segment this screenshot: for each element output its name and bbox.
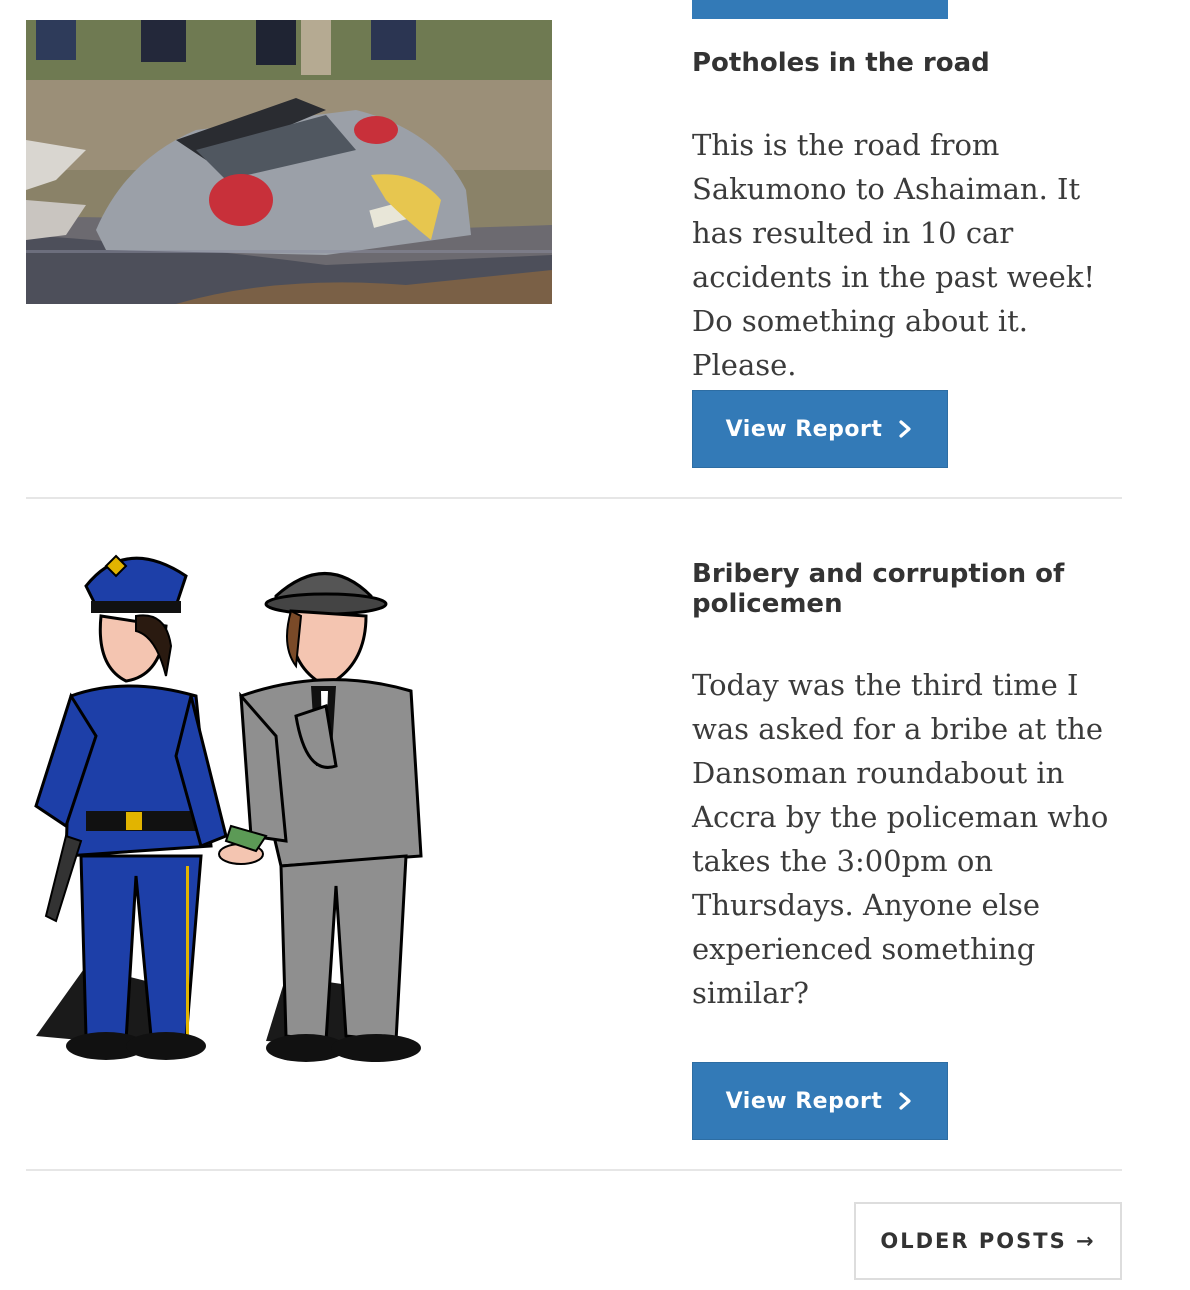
older-posts-label: OLDER POSTS → [880, 1229, 1096, 1253]
view-report-button[interactable]: View Report [692, 390, 948, 468]
post-title[interactable]: Bribery and corruption of policemen [692, 559, 1132, 619]
post-title[interactable]: Potholes in the road [692, 48, 1132, 78]
chevron-right-icon [899, 420, 911, 438]
post-excerpt: This is the road from Sakumono to Ashaim… [692, 128, 1096, 382]
view-report-label: View Report [725, 416, 883, 442]
post-image-bribery[interactable] [26, 536, 426, 1076]
view-report-label: View Report [725, 1088, 883, 1114]
view-report-button[interactable]: View Report [692, 1062, 948, 1140]
police-bribe-cartoon-icon [34, 554, 423, 1062]
previous-view-report-button[interactable] [692, 0, 948, 19]
chevron-right-icon [899, 1092, 911, 1110]
post-excerpt: Today was the third time I was asked for… [692, 668, 1109, 1010]
older-posts-button[interactable]: OLDER POSTS → [854, 1202, 1122, 1280]
post-divider [26, 497, 1122, 499]
post-divider [26, 1169, 1122, 1171]
sunken-car-photo-icon [26, 20, 552, 304]
post-image-potholes[interactable] [26, 20, 552, 304]
